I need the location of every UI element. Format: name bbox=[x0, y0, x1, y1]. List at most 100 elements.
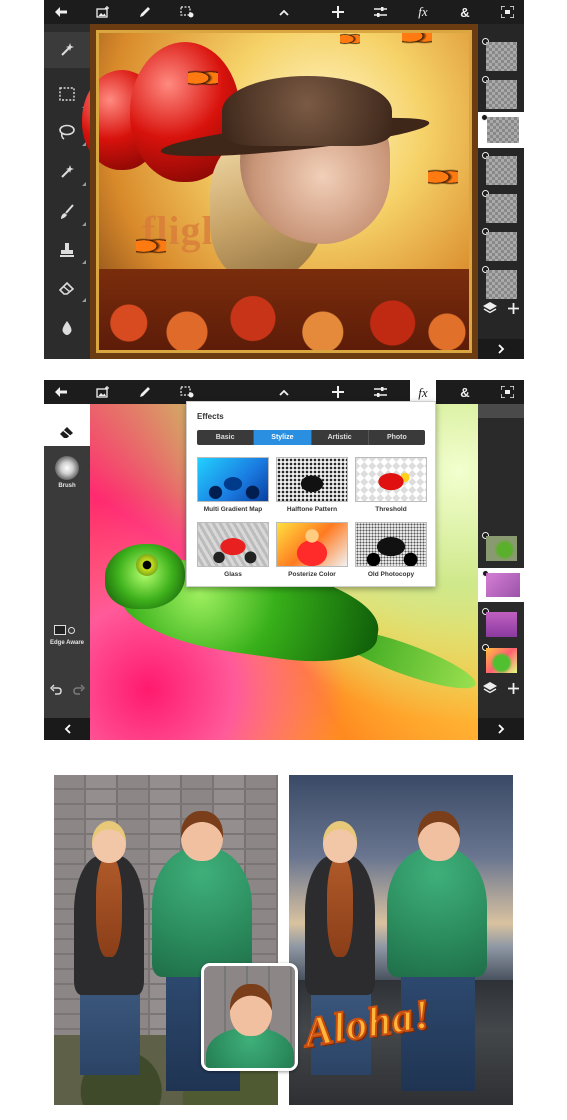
effect-old-photocopy[interactable]: Old Photocopy bbox=[355, 522, 427, 578]
effect-thumbnail bbox=[355, 522, 427, 567]
effect-label: Multi Gradient Map bbox=[203, 506, 263, 513]
pencil-icon[interactable] bbox=[132, 0, 158, 24]
green-hoodie-shape bbox=[152, 847, 252, 977]
layer-actions bbox=[478, 676, 524, 704]
chameleon-eye-shape bbox=[136, 554, 158, 576]
layer-thumbnail[interactable] bbox=[482, 644, 517, 673]
back-arrow-icon[interactable] bbox=[48, 0, 74, 24]
edge-aware-toggle[interactable] bbox=[54, 624, 80, 636]
layer-thumbnail[interactable] bbox=[482, 608, 517, 637]
blend-ampersand-icon[interactable]: & bbox=[452, 380, 478, 404]
tool-options-panel: Brush Edge Aware bbox=[44, 418, 90, 740]
effects-popover: Effects Basic Stylize Artistic Photo Mul… bbox=[186, 401, 436, 587]
add-image-icon[interactable] bbox=[90, 0, 116, 24]
effect-posterize-color[interactable]: Posterize Color bbox=[276, 522, 348, 578]
effect-threshold[interactable]: Threshold bbox=[355, 457, 427, 513]
effects-category-tabs: Basic Stylize Artistic Photo bbox=[197, 430, 425, 445]
effect-label: Posterize Color bbox=[288, 571, 336, 578]
blend-ampersand-icon[interactable]: & bbox=[452, 0, 478, 24]
edge-aware-circle-icon bbox=[68, 626, 75, 634]
layers-stack-icon[interactable] bbox=[483, 681, 498, 699]
layer-thumbnail[interactable] bbox=[482, 228, 517, 261]
woman-head-shape bbox=[92, 821, 126, 863]
tab-basic[interactable]: Basic bbox=[197, 430, 255, 445]
brush-label: Brush bbox=[58, 483, 76, 489]
eraser-icon bbox=[60, 427, 73, 438]
edge-aware-square-icon bbox=[54, 625, 66, 635]
layer-thumbnail-selected[interactable] bbox=[478, 112, 524, 148]
effects-fx-icon[interactable]: fx bbox=[410, 0, 436, 24]
brush-preview[interactable] bbox=[55, 456, 79, 480]
selection-settings-icon[interactable] bbox=[174, 0, 200, 24]
layer-thumbnail[interactable] bbox=[482, 76, 517, 109]
lasso-icon bbox=[59, 124, 75, 140]
add-icon[interactable] bbox=[325, 0, 351, 24]
layer-actions bbox=[478, 296, 524, 324]
eraser-tool[interactable] bbox=[44, 270, 90, 306]
layer-thumbnail[interactable] bbox=[482, 38, 517, 71]
effect-label: Glass bbox=[224, 571, 242, 578]
layers-panel bbox=[478, 418, 524, 740]
effect-label: Old Photocopy bbox=[367, 571, 415, 578]
magic-wand-tool[interactable] bbox=[44, 32, 90, 68]
effect-label: Halftone Pattern bbox=[286, 506, 338, 513]
drop-icon bbox=[62, 321, 72, 335]
add-layer-icon[interactable] bbox=[507, 681, 519, 699]
tab-stylize[interactable]: Stylize bbox=[254, 430, 312, 445]
clone-stamp-tool[interactable] bbox=[44, 232, 90, 268]
collapse-panel-button[interactable] bbox=[478, 339, 524, 359]
redo-icon[interactable] bbox=[72, 684, 85, 698]
layer-thumbnail[interactable] bbox=[482, 266, 517, 299]
magic-wand-icon bbox=[61, 165, 74, 178]
top-toolbar: fx & bbox=[44, 0, 524, 24]
collapse-panel-button[interactable] bbox=[44, 718, 90, 740]
layer-thumbnail[interactable] bbox=[482, 190, 517, 223]
add-image-icon[interactable] bbox=[90, 380, 116, 404]
man-head-shape bbox=[181, 811, 223, 861]
editor-screen-layers: fx & flight bbox=[44, 0, 524, 359]
effect-glass[interactable]: Glass bbox=[197, 522, 269, 578]
effect-thumbnail bbox=[197, 457, 269, 502]
green-hoodie-shape bbox=[387, 847, 487, 977]
add-layer-icon[interactable] bbox=[507, 301, 519, 319]
editor-screen-effects: fx & Brush Edge Aware Effects Basic Styl… bbox=[44, 380, 524, 740]
tab-photo[interactable]: Photo bbox=[369, 430, 425, 445]
woman-head-shape bbox=[323, 821, 357, 863]
man-head-shape bbox=[230, 984, 272, 1036]
back-arrow-icon[interactable] bbox=[48, 380, 74, 404]
after-photo bbox=[289, 775, 513, 1105]
effect-thumbnail bbox=[355, 457, 427, 502]
scarf-shape bbox=[96, 857, 122, 957]
chevron-up-icon[interactable] bbox=[271, 0, 297, 24]
effect-halftone-pattern[interactable]: Halftone Pattern bbox=[276, 457, 348, 513]
fit-screen-icon[interactable] bbox=[494, 380, 520, 404]
quick-select-tool[interactable] bbox=[44, 154, 90, 190]
layers-stack-icon[interactable] bbox=[483, 301, 498, 319]
image-canvas[interactable]: flight bbox=[82, 24, 478, 359]
layers-panel bbox=[478, 24, 524, 359]
adjustments-sliders-icon[interactable] bbox=[367, 0, 393, 24]
stamp-icon bbox=[60, 243, 74, 257]
brush-tool[interactable] bbox=[44, 194, 90, 230]
man-head-shape bbox=[418, 811, 460, 861]
layer-thumbnail-selected[interactable] bbox=[478, 568, 524, 602]
blur-tool[interactable] bbox=[44, 310, 90, 346]
collapse-panel-button[interactable] bbox=[478, 718, 524, 740]
fit-screen-icon[interactable] bbox=[494, 0, 520, 24]
layer-thumbnail[interactable] bbox=[482, 152, 517, 185]
eraser-icon bbox=[59, 281, 75, 295]
effect-thumbnail bbox=[197, 522, 269, 567]
marquee-icon bbox=[59, 87, 75, 101]
undo-icon[interactable] bbox=[49, 684, 62, 698]
effect-multi-gradient-map[interactable]: Multi Gradient Map bbox=[197, 457, 269, 513]
magic-wand-icon bbox=[61, 43, 74, 56]
layer-thumbnail[interactable] bbox=[482, 532, 517, 561]
undo-redo-row bbox=[44, 682, 90, 700]
effect-label: Threshold bbox=[375, 506, 407, 513]
ornate-frame bbox=[90, 24, 478, 359]
tab-artistic[interactable]: Artistic bbox=[312, 430, 369, 445]
chevron-right-icon bbox=[497, 724, 504, 734]
eraser-tool[interactable] bbox=[44, 418, 90, 446]
edge-aware-label: Edge Aware bbox=[49, 640, 84, 646]
pencil-icon[interactable] bbox=[132, 380, 158, 404]
